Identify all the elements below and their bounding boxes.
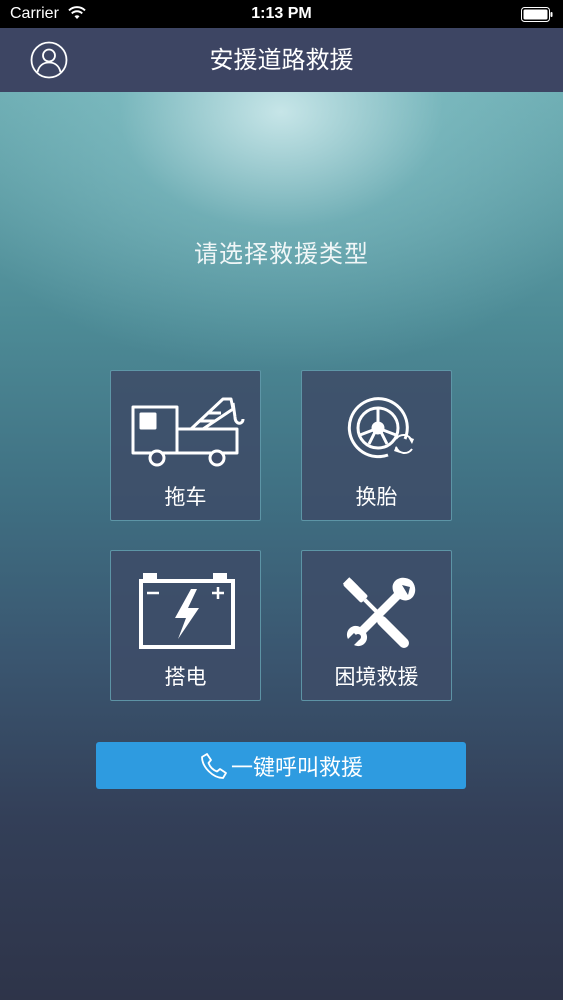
stuck-rescue-label: 困境救援 [334,665,419,689]
main-content: 请选择救援类型 拖车 换胎 搭电 困境救援 一键呼叫救援 [0,92,563,1000]
phone-icon [201,752,227,779]
call-rescue-label: 一键呼叫救援 [230,755,363,781]
tow-truck-icon [131,397,245,467]
user-profile-icon[interactable] [30,41,68,79]
tire-change-icon [347,397,414,459]
select-service-prompt: 请选择救援类型 [194,240,369,268]
car-battery-icon [139,573,235,649]
stuck-rescue-button[interactable]: 困境救援 [301,550,452,701]
navigation-bar: 安援道路救援 [0,28,563,92]
wrench-screwdriver-icon [342,577,416,648]
tire-service-button[interactable]: 换胎 [301,370,452,521]
jumpstart-service-button[interactable]: 搭电 [110,550,261,701]
status-bar: Carrier 1:13 PM [0,0,563,28]
page-title: 安援道路救援 [209,46,354,74]
jumpstart-service-label: 搭电 [164,665,207,689]
tire-service-label: 换胎 [355,485,398,509]
battery-icon [521,7,553,22]
tow-service-button[interactable]: 拖车 [110,370,261,521]
tow-service-label: 拖车 [164,485,207,509]
clock: 1:13 PM [251,5,312,22]
call-rescue-button[interactable]: 一键呼叫救援 [96,742,466,789]
